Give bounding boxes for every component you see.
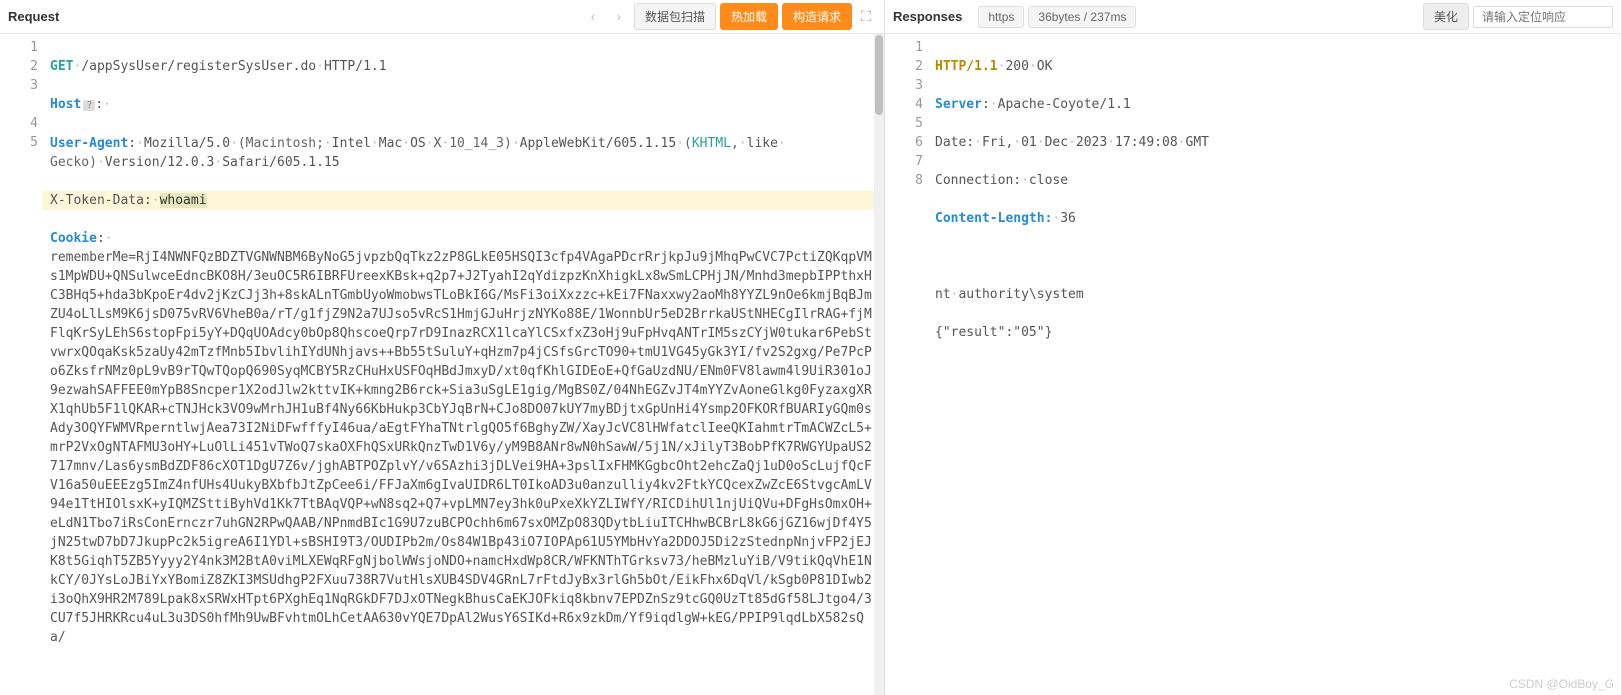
request-toolbar: Request ‹ › 数据包扫描 热加载 构造请求 ⛶	[0, 0, 884, 34]
date-header: Date:	[935, 135, 974, 150]
scan-button[interactable]: 数据包扫描	[634, 3, 716, 30]
cookie-value: rememberMe=RjI4NWNFQzBDZTVGNWNBM6ByNoG5j…	[50, 250, 872, 645]
expand-icon[interactable]: ⛶	[856, 7, 876, 27]
host-header: Host	[50, 97, 81, 112]
watermark: CSDN @OidBoy_G	[1509, 677, 1614, 691]
xtoken-header: X-Token-Data:	[50, 193, 152, 208]
server-header: Server	[935, 97, 982, 112]
response-body-2: {"result":"05"}	[935, 325, 1052, 340]
cookie-header: Cookie	[50, 231, 97, 246]
content-length-header: Content-Length:	[935, 211, 1052, 226]
xtoken-value: whoami	[160, 193, 207, 208]
stats-pill: 36bytes / 237ms	[1028, 6, 1136, 28]
http-method: GET	[50, 59, 73, 74]
response-editor[interactable]: 1 2 3 4 5 6 7 8 HTTP/1.1·200·OK Server:·…	[885, 34, 1621, 695]
beautify-button[interactable]: 美化	[1423, 3, 1469, 30]
construct-button[interactable]: 构造请求	[782, 3, 852, 30]
response-title: Responses	[893, 9, 974, 24]
nav-next-button[interactable]: ›	[608, 6, 630, 28]
request-panel: Request ‹ › 数据包扫描 热加载 构造请求 ⛶ 1 2 3 4 5 G…	[0, 0, 885, 695]
app-container: Request ‹ › 数据包扫描 热加载 构造请求 ⛶ 1 2 3 4 5 G…	[0, 0, 1622, 695]
response-panel: Responses https 36bytes / 237ms 美化 1 2 3…	[885, 0, 1622, 695]
nav-prev-button[interactable]: ‹	[582, 6, 604, 28]
https-pill[interactable]: https	[978, 6, 1024, 28]
request-editor[interactable]: 1 2 3 4 5 GET·/appSysUser/registerSysUse…	[0, 34, 884, 695]
response-code[interactable]: HTTP/1.1·200·OK Server:·Apache-Coyote/1.…	[935, 34, 1621, 695]
response-search-input[interactable]	[1473, 6, 1613, 28]
response-gutter: 1 2 3 4 5 6 7 8	[885, 34, 935, 695]
request-gutter: 1 2 3 4 5	[0, 34, 50, 695]
request-code[interactable]: GET·/appSysUser/registerSysUser.do·HTTP/…	[50, 34, 884, 695]
request-title: Request	[8, 9, 71, 24]
response-toolbar: Responses https 36bytes / 237ms 美化	[885, 0, 1621, 34]
response-body-1: nt	[935, 287, 951, 302]
response-proto: HTTP/1.1	[935, 59, 998, 74]
status-code: 200	[1005, 59, 1028, 74]
hotload-button[interactable]: 热加载	[720, 3, 778, 30]
connection-header: Connection:	[935, 173, 1021, 188]
help-icon[interactable]: ?	[83, 100, 95, 111]
scrollbar-vertical[interactable]	[874, 34, 884, 695]
request-path: /appSysUser/registerSysUser.do	[81, 59, 316, 74]
ua-header: User-Agent	[50, 136, 128, 151]
